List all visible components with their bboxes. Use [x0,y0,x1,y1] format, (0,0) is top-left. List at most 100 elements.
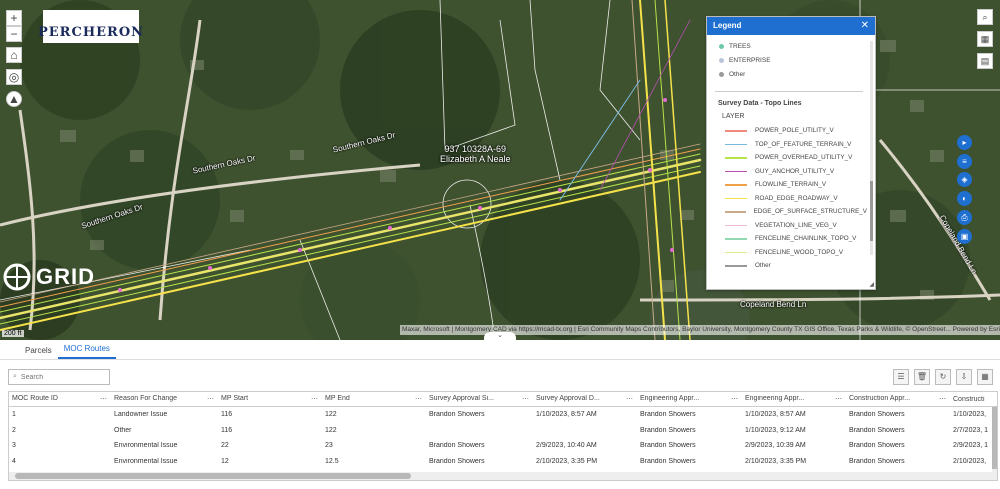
locate-button[interactable]: ◎ [6,69,22,85]
table-horizontal-scrollbar[interactable] [9,472,997,480]
save-tool-button[interactable]: ▣ [957,229,972,244]
column-header[interactable]: Engineering Appr... ⋯ [637,395,742,403]
refresh-icon: ↻ [939,372,947,381]
table-row[interactable]: 2 Other 116 122 Brandon Showers 1/10/2023, 9:… [9,423,997,439]
column-menu-icon[interactable]: ⋯ [415,395,422,403]
column-header-label: Constructi [953,395,985,403]
table-cell: 1/10/2023, 9:12 AM [745,426,806,434]
table-row[interactable]: 3 Environmental Issue 22 23 Brandon Showers 2… [9,438,997,454]
legend-item-label: ENTERPRISE [729,56,771,64]
table-cell: 116 [221,426,233,434]
basemap-tool-button[interactable]: ▤ [977,53,993,69]
parcel-owner: Elizabeth A Neale [440,154,511,164]
search-field[interactable]: ⌕ [8,369,110,385]
table-cell: 4 [12,457,16,465]
legend-item-label: POWER_OVERHEAD_UTILITY_V [755,154,853,162]
legend-line-symbol [725,130,747,132]
compass-button[interactable]: ▲ [6,91,22,107]
column-header-label: Survey Approval D... [536,395,600,402]
table-cell: 122 [325,411,337,419]
legend-item-label: POWER_POLE_UTILITY_V [755,127,834,135]
table-cell: Brandon Showers [429,457,485,465]
column-header[interactable]: Construction Appr... ⋯ [846,395,950,403]
legend-item-label: TREES [729,42,751,50]
column-menu-icon[interactable]: ⋯ [522,395,529,403]
column-header[interactable]: Constructi [950,395,997,403]
legend-scrollbar[interactable] [870,41,873,255]
column-header[interactable]: Reason For Change ⋯ [111,395,218,403]
select-rows-button[interactable]: ☰ [893,369,909,385]
zoom-out-button[interactable]: − [6,26,22,42]
measure-tool-button[interactable]: ◐ [957,191,972,206]
legend-line-symbol [725,143,747,145]
grid-icon: ▦ [981,372,989,381]
column-menu-icon[interactable]: ⋯ [835,395,842,403]
zoom-in-button[interactable]: + [6,10,22,26]
table-cell: 2/9/2023, 1 [953,442,989,450]
legend-title: Legend [713,21,742,30]
column-header[interactable]: MOC Route ID ⋯ [9,395,111,403]
column-menu-icon[interactable]: ⋯ [626,395,633,403]
legend-section-title: Survey Data - Topo Lines [718,100,802,107]
legend-line-symbol [725,197,747,199]
refresh-button[interactable]: ↻ [935,369,951,385]
legend-point-symbol [719,43,724,49]
table-cell: Environmental Issue [114,457,178,465]
stack-tool-button[interactable]: ◈ [957,172,972,187]
column-header[interactable]: MP Start ⋯ [218,395,322,403]
table-vertical-scrollbar[interactable] [992,407,997,472]
print-tool-button[interactable]: ⎙ [957,210,972,225]
column-menu-icon[interactable]: ⋯ [311,395,318,403]
column-header-label: Construction Appr... [849,395,911,402]
legend-line-item: POWER_POLE_UTILITY_V [725,124,867,138]
list-tool-button[interactable]: ≡ [957,154,972,169]
resize-icon[interactable]: ◢ [869,281,874,288]
legend-item-label: ROAD_EDGE_ROADWAY_V [755,194,838,202]
tab-moc-routes[interactable]: MOC Routes [57,344,116,359]
column-header-label: Survey Approval Si... [429,395,494,402]
table-cell: 116 [221,411,233,419]
legend-item-label: EDGE_OF_SURFACE_STRUCTURE_V [753,208,867,216]
column-header[interactable]: MP End ⋯ [322,395,426,403]
legend-line-item: ROAD_EDGE_ROADWAY_V [725,192,867,206]
legend-line-symbol [725,211,746,213]
column-header-label: MP Start [221,395,249,402]
table-row[interactable]: 1 Landowner Issue 116 122 Brandon Showers 1/1… [9,407,997,423]
chevron-down-icon: ⌄ [497,332,503,339]
export-button[interactable]: ⇩ [956,369,972,385]
tab-parcels[interactable]: Parcels [19,346,58,359]
column-menu-icon[interactable]: ⋯ [207,395,214,403]
column-menu-icon[interactable]: ⋯ [100,395,107,403]
search-tool-button[interactable]: ⌕ [977,9,993,25]
basemap-icon: ▤ [980,56,990,66]
measure-icon: ◐ [962,194,967,203]
list-icon: ≡ [962,157,967,166]
column-header[interactable]: Survey Approval Si... ⋯ [426,395,533,403]
layers-tool-button[interactable]: ▸ [957,135,972,150]
search-input[interactable] [20,373,101,381]
qr-tool-button[interactable]: ▦ [977,31,993,47]
road-label: Copeland Bend Ln [740,300,807,309]
column-menu-icon[interactable]: ⋯ [939,395,946,403]
grid-logo: GRID [2,262,95,292]
close-icon[interactable]: ✕ [861,17,869,35]
legend-point-item: TREES [719,39,867,53]
legend-line-symbol [725,265,747,267]
column-header[interactable]: Engineering Appr... ⋯ [742,395,846,403]
column-header[interactable]: Survey Approval D... ⋯ [533,395,637,403]
table-row[interactable]: 4 Environmental Issue 12 12.5 Brandon Shower… [9,454,997,470]
legend-line-item: POWER_OVERHEAD_UTILITY_V [725,151,867,165]
save-icon: ▣ [960,232,969,241]
column-menu-icon[interactable]: ⋯ [731,395,738,403]
layers-icon: ▸ [962,138,967,147]
table-cell: 3 [12,442,16,450]
collapse-panel-button[interactable]: ⌄ [484,332,516,340]
delete-button[interactable]: 🗑 [914,369,930,385]
map-view[interactable]: + − ⌂ ◎ ▲ PERCHERON GRID Southern Oaks D… [0,0,1000,340]
table-cell: Brandon Showers [849,426,905,434]
qr-code-icon: ▦ [980,34,990,44]
column-options-button[interactable]: ▦ [977,369,993,385]
legend-item-label: Other [729,70,746,78]
legend-point-symbol [719,71,724,77]
home-button[interactable]: ⌂ [6,47,22,63]
